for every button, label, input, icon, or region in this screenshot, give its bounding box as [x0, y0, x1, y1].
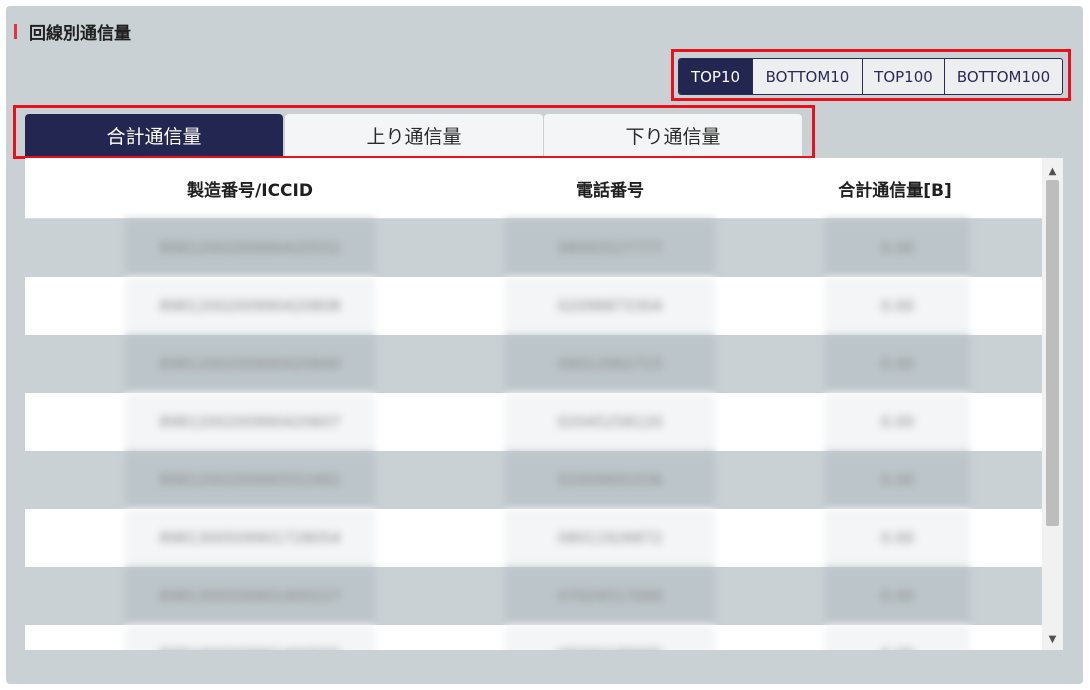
- section-title: 回線別通信量: [14, 21, 131, 44]
- traffic-table: 製造番号/ICCID 電話番号 合計通信量[B] 898120020099042…: [25, 158, 1063, 650]
- top10-button[interactable]: TOP10: [679, 59, 752, 94]
- table-scrollbar[interactable]: ▲ ▼: [1042, 158, 1063, 650]
- traffic-cell: 0.00: [825, 335, 970, 393]
- phone-cell: 02009691036: [505, 451, 715, 509]
- scroll-up-arrow-icon[interactable]: ▲: [1042, 162, 1063, 180]
- table-row[interactable]: 8981300509901400555 08090188995 0.00: [25, 625, 1042, 650]
- table-row[interactable]: 8981200200990552462 02009691036 0.00: [25, 451, 1042, 509]
- tab-total-traffic[interactable]: 合計通信量: [25, 114, 283, 156]
- bottom100-button[interactable]: BOTTOM100: [944, 59, 1062, 94]
- phone-cell: 08090188995: [505, 625, 715, 650]
- traffic-cell: 0.00: [825, 393, 970, 451]
- table-row[interactable]: 8981200200990420808 02098873304 0.00: [25, 277, 1042, 335]
- tab-download-traffic[interactable]: 下り通信量: [544, 114, 802, 156]
- phone-cell: 07024517066: [505, 567, 715, 625]
- table-row[interactable]: 8981200200990420607 02045258120 0.00: [25, 393, 1042, 451]
- iccid-cell: 8981200200990420607: [125, 393, 375, 451]
- scrollbar-thumb[interactable]: [1046, 180, 1059, 526]
- section-title-text: 回線別通信量: [29, 23, 131, 44]
- iccid-cell: 8981300509901400227: [125, 567, 375, 625]
- table-row[interactable]: 8981200200990420552 08093527777 0.00: [25, 219, 1042, 277]
- scroll-down-arrow-icon[interactable]: ▼: [1042, 630, 1063, 648]
- table-row[interactable]: 8981300509901400227 07024517066 0.00: [25, 567, 1042, 625]
- table-header: 製造番号/ICCID 電話番号 合計通信量[B]: [25, 158, 1042, 219]
- iccid-cell: 8981200200990420808: [125, 277, 375, 335]
- phone-cell: 02045258120: [505, 393, 715, 451]
- table-body: 8981200200990420552 08093527777 0.00 898…: [25, 219, 1042, 650]
- traffic-cell: 0.00: [825, 625, 970, 650]
- table-row[interactable]: 8981200200990420840 09012962715 0.00: [25, 335, 1042, 393]
- column-header-iccid[interactable]: 製造番号/ICCID: [125, 158, 375, 218]
- bottom10-button[interactable]: BOTTOM10: [752, 59, 862, 94]
- traffic-cell: 0.00: [825, 277, 970, 335]
- iccid-cell: 8981300509901728054: [125, 509, 375, 567]
- title-accent-mark: [14, 23, 17, 39]
- phone-cell: 02098873304: [505, 277, 715, 335]
- column-header-total-traffic[interactable]: 合計通信量[B]: [815, 158, 975, 218]
- iccid-cell: 8981200200990420552: [125, 219, 375, 277]
- table-row[interactable]: 8981300509901728054 08011926872 0.00: [25, 509, 1042, 567]
- traffic-cell: 0.00: [825, 219, 970, 277]
- tab-upload-traffic[interactable]: 上り通信量: [285, 114, 543, 156]
- traffic-cell: 0.00: [825, 567, 970, 625]
- phone-cell: 08093527777: [505, 219, 715, 277]
- iccid-cell: 8981200200990420840: [125, 335, 375, 393]
- traffic-cell: 0.00: [825, 509, 970, 567]
- phone-cell: 09012962715: [505, 335, 715, 393]
- traffic-cell: 0.00: [825, 451, 970, 509]
- range-button-group: TOP10 BOTTOM10 TOP100 BOTTOM100: [678, 58, 1063, 95]
- iccid-cell: 8981300509901400555: [125, 625, 375, 650]
- column-header-phone[interactable]: 電話番号: [505, 158, 715, 218]
- iccid-cell: 8981200200990552462: [125, 451, 375, 509]
- phone-cell: 08011926872: [505, 509, 715, 567]
- top100-button[interactable]: TOP100: [862, 59, 944, 94]
